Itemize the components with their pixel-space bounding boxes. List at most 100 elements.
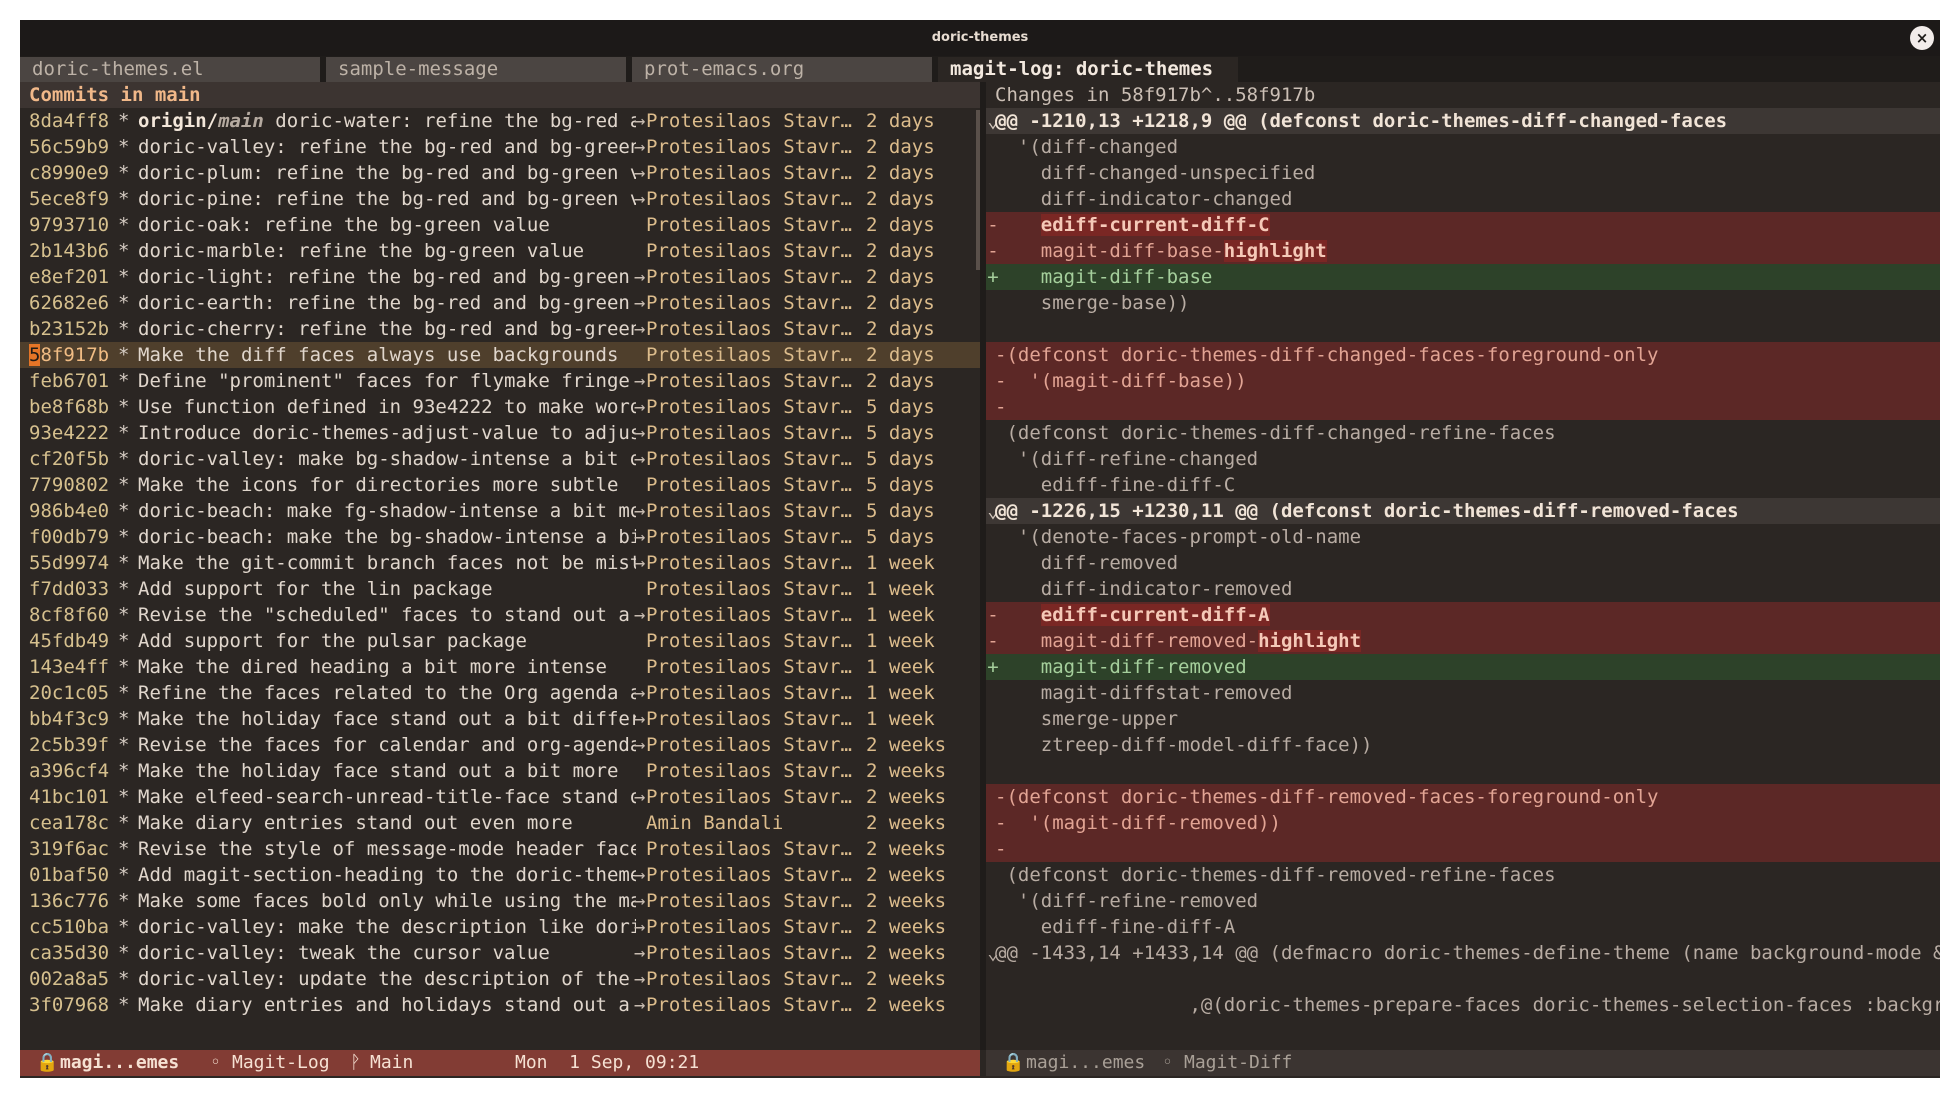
commit-hash[interactable]: cea178c [29,810,109,836]
commit-row[interactable]: 55d9974 * Make the git-commit branch faces… [20,550,980,576]
commit-hash[interactable]: 7790802 [29,472,109,498]
commit-hash[interactable]: cf20f5b [29,446,109,472]
commit-hash[interactable]: 986b4e0 [29,498,109,524]
commit-hash[interactable]: feb6701 [29,368,109,394]
commit-row[interactable]: c8990e9 * doric-plum: refine the bg-red an… [20,160,980,186]
tab-sample-message[interactable]: sample-message [326,57,626,82]
commit-row[interactable]: 143e4ff * Make the dired heading a bit mor… [20,654,980,680]
tab-doric-themes-el[interactable]: doric-themes.el [20,57,320,82]
commit-row[interactable]: be8f68b * Use function defined in 93e4222 … [20,394,980,420]
commit-row[interactable]: 3f07968 * Make diary entries and holidays … [20,992,980,1018]
commit-hash[interactable]: 01baf50 [29,862,109,888]
commit-row[interactable]: 01baf50 * Add magit-section-heading to the… [20,862,980,888]
diff-line-text: smerge-upper [995,706,1178,732]
commit-hash[interactable]: 41bc101 [29,784,109,810]
diff-text: diff-indicator-changed [995,188,1293,210]
commit-row[interactable]: 9793710 * doric-oak: refine the bg-green v… [20,212,980,238]
commit-hash[interactable]: f7dd033 [29,576,109,602]
magit-log-pane[interactable]: Commits in main 8da4ff8 * origin/main dori… [20,82,980,1050]
commit-hash[interactable]: c8990e9 [29,160,109,186]
commit-hash[interactable]: 45fdb49 [29,628,109,654]
minibuffer[interactable] [20,1076,1940,1078]
branch-ref-remote[interactable]: origin/ [138,110,218,132]
modeline-buffer-name[interactable]: magi...emes [60,1050,179,1076]
modeline-buffer-name[interactable]: magi...emes [1026,1050,1145,1076]
commit-hash[interactable]: 9793710 [29,212,109,238]
diff-hunk-header[interactable]: ⌄ @@ -1433,14 +1433,14 @@ (defmacro doric… [986,940,1940,966]
commit-row[interactable]: 8cf8f60 * Revise the "scheduled" faces to … [20,602,980,628]
commit-row[interactable]: 41bc101 * Make elfeed-search-unread-title-… [20,784,980,810]
commit-hash[interactable]: ca35d30 [29,940,109,966]
commit-hash[interactable]: 93e4222 [29,420,109,446]
commit-date: 1 week [866,604,935,626]
commit-row[interactable]: 62682e6 * doric-earth: refine the bg-red a… [20,290,980,316]
commit-row[interactable]: cc510ba * doric-valley: make the descripti… [20,914,980,940]
commit-hash[interactable]: 55d9974 [29,550,109,576]
commit-row[interactable]: f00db79 * doric-beach: make the bg-shadow-… [20,524,980,550]
commit-hash[interactable]: b23152b [29,316,109,342]
commit-hash[interactable]: be8f68b [29,394,109,420]
commit-row[interactable]: 58f917b * Make the diff faces always use b… [20,342,980,368]
branch-ref-main[interactable]: main [218,110,264,132]
commit-row[interactable]: cea178c * Make diary entries stand out eve… [20,810,980,836]
diff-context-line: magit-diffstat-removed [986,680,1940,706]
commit-row[interactable]: 2b143b6 * doric-marble: refine the bg-gree… [20,238,980,264]
commit-row[interactable]: 56c59b9 * doric-valley: refine the bg-red … [20,134,980,160]
diff-text: magit-diff-removed- [995,630,1259,652]
commit-hash[interactable]: 319f6ac [29,836,109,862]
diff-removed-line: - magit-diff-removed-highlight [986,628,1940,654]
modeline-major-mode[interactable]: Magit-Diff [1184,1050,1292,1076]
commit-hash[interactable]: 8cf8f60 [29,602,109,628]
commit-row[interactable]: 986b4e0 * doric-beach: make fg-shadow-inte… [20,498,980,524]
commit-row[interactable]: 136c776 * Make some faces bold only while … [20,888,980,914]
commit-hash[interactable]: 002a8a5 [29,966,109,992]
commit-row[interactable]: f7dd033 * Add support for the lin package P… [20,576,980,602]
commit-row[interactable]: cf20f5b * doric-valley: make bg-shadow-int… [20,446,980,472]
commit-hash[interactable]: 5ece8f9 [29,186,109,212]
commit-row[interactable]: a396cf4 * Make the holiday face stand out … [20,758,980,784]
diff-hunk-header[interactable]: ⌄ @@ -1226,15 +1230,11 @@ (defconst doric… [986,498,1940,524]
commit-row[interactable]: feb6701 * Define "prominent" faces for fly… [20,368,980,394]
commit-row[interactable]: 93e4222 * Introduce doric-themes-adjust-va… [20,420,980,446]
commit-row[interactable]: 2c5b39f * Revise the faces for calendar an… [20,732,980,758]
commit-hash[interactable]: e8ef201 [29,264,109,290]
commit-hash[interactable]: f00db79 [29,524,109,550]
commit-hash[interactable]: 20c1c05 [29,680,109,706]
tab-prot-emacs-org[interactable]: prot-emacs.org [632,57,932,82]
commit-hash[interactable]: 136c776 [29,888,109,914]
commit-hash[interactable]: 62682e6 [29,290,109,316]
close-icon[interactable]: × [1910,26,1934,50]
diff-text: '(diff-changed [995,136,1179,158]
commit-row[interactable]: 7790802 * Make the icons for directories m… [20,472,980,498]
commit-row[interactable]: 002a8a5 * doric-valley: update the descrip… [20,966,980,992]
commit-hash[interactable]: 2c5b39f [29,732,109,758]
commit-date: 2 weeks [866,968,947,990]
tab-magit-log[interactable]: magit-log: doric-themes [938,57,1238,82]
commit-hash[interactable]: 8da4ff8 [29,108,109,134]
commit-hash[interactable]: 58f917b [29,342,109,368]
commit-date: 5 days [866,448,935,470]
diff-line-text: - '(magit-diff-base)) [995,368,1247,394]
magit-diff-pane[interactable]: Changes in 58f917b^..58f917b ⌄ @@ -1210,1… [986,82,1940,1050]
commit-row[interactable]: b23152b * doric-cherry: refine the bg-red … [20,316,980,342]
graph-star: * [118,188,130,210]
commit-hash[interactable]: 2b143b6 [29,238,109,264]
commit-row[interactable]: 45fdb49 * Add support for the pulsar packa… [20,628,980,654]
commit-hash[interactable]: 143e4ff [29,654,109,680]
commit-row[interactable]: 319f6ac * Revise the style of message-mode… [20,836,980,862]
commit-row[interactable]: bb4f3c9 * Make the holiday face stand out … [20,706,980,732]
commit-hash[interactable]: a396cf4 [29,758,109,784]
diff-hunk-header[interactable]: ⌄ @@ -1210,13 +1218,9 @@ (defconst doric-… [986,108,1940,134]
commit-hash[interactable]: 3f07968 [29,992,109,1018]
commit-hash[interactable]: 56c59b9 [29,134,109,160]
commit-row[interactable]: e8ef201 * doric-light: refine the bg-red a… [20,264,980,290]
commit-row[interactable]: 8da4ff8 * origin/main doric-water: refine … [20,108,980,134]
commit-hash[interactable]: cc510ba [29,914,109,940]
commit-row[interactable]: 20c1c05 * Refine the faces related to the … [20,680,980,706]
commit-row[interactable]: ca35d30 * doric-valley: tweak the cursor v… [20,940,980,966]
modeline-major-mode[interactable]: Magit-Log [232,1050,330,1076]
modeline-branch[interactable]: Main [370,1050,413,1076]
graph-star: * [118,136,130,158]
commit-row[interactable]: 5ece8f9 * doric-pine: refine the bg-red an… [20,186,980,212]
commit-hash[interactable]: bb4f3c9 [29,706,109,732]
